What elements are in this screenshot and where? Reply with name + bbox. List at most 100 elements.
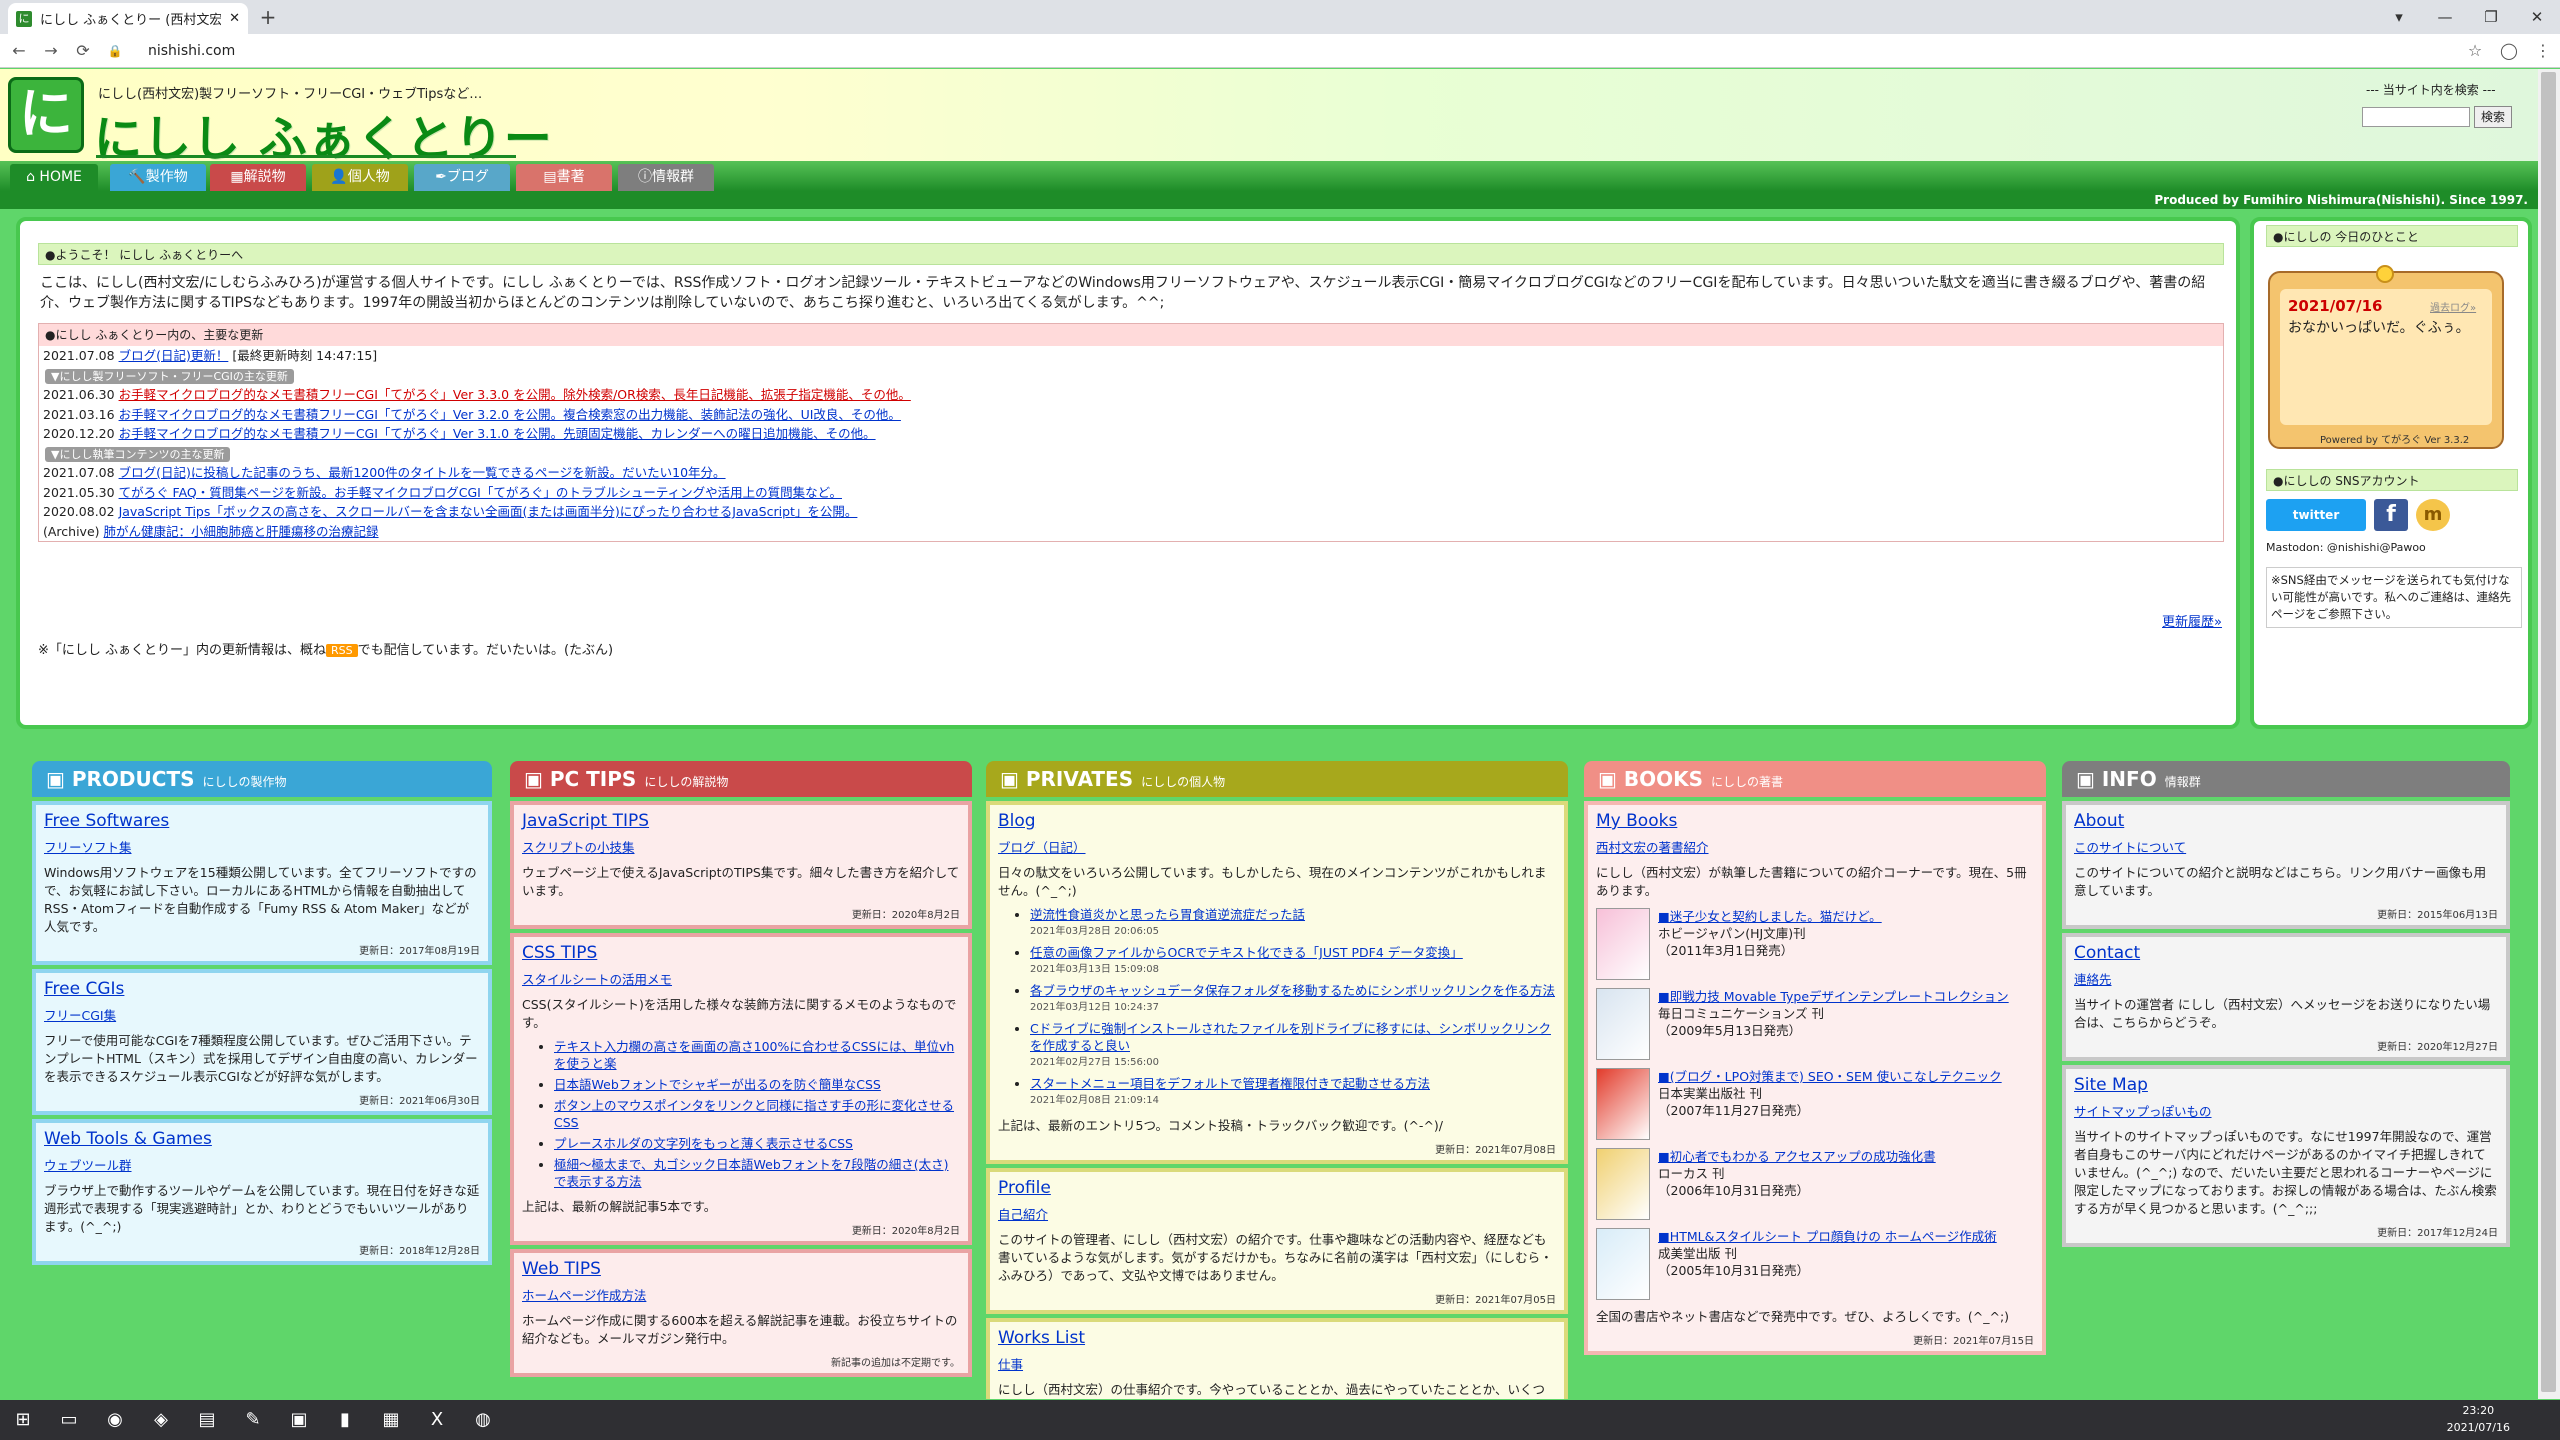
new-tab-button[interactable]: + xyxy=(256,6,280,30)
taskbar-app-icon[interactable]: ▤ xyxy=(184,1400,230,1440)
card-title-link[interactable]: Blog xyxy=(998,811,1556,831)
book-title-link[interactable]: ■HTML&スタイルシート プロ顔負けの ホームページ作成術 xyxy=(1658,1228,1997,1245)
article-link[interactable]: プレースホルダの文字列をもっと薄く表示させるCSS xyxy=(554,1136,853,1151)
card-subtitle-link[interactable]: 自己紹介 xyxy=(998,1204,1556,1223)
taskbar-app-icon[interactable]: ▦ xyxy=(368,1400,414,1440)
taskbar-app-icon[interactable]: ◉ xyxy=(92,1400,138,1440)
blog-update-link[interactable]: ブログ(日記)更新！ xyxy=(119,348,229,363)
taskbar-app-icon[interactable]: ▭ xyxy=(46,1400,92,1440)
url-field[interactable]: nishishi.com xyxy=(148,43,2458,59)
lock-icon[interactable]: 🔒 xyxy=(102,44,128,58)
nav-products[interactable]: 🔨製作物 xyxy=(110,164,206,191)
card-subtitle-link[interactable]: ホームページ作成方法 xyxy=(522,1285,960,1304)
article-link[interactable]: 極細〜極太まで、丸ゴシック日本語Webフォントを7段階の細さ(太さ)で表示する方… xyxy=(554,1157,948,1189)
card-title-link[interactable]: My Books xyxy=(1596,811,2034,831)
card-title-link[interactable]: Web TIPS xyxy=(522,1259,960,1279)
article-link[interactable]: テキスト入力欄の高さを画面の高さ100%に合わせるCSSには、単位vhを使うと楽 xyxy=(554,1039,954,1071)
mastodon-account[interactable]: Mastodon: @nishishi@Pawoo xyxy=(2266,541,2426,554)
twitter-follow-button[interactable]: twitter xyxy=(2266,499,2366,531)
reload-icon[interactable]: ⟳ xyxy=(70,41,96,60)
site-title[interactable]: にしし ふぁくとりー xyxy=(94,99,553,169)
book-cover[interactable] xyxy=(1596,988,1650,1060)
column-header[interactable]: ▣ PRIVATES にししの個人物 xyxy=(986,761,1568,797)
rss-icon[interactable]: RSS xyxy=(326,644,358,657)
card-subtitle-link[interactable]: 連絡先 xyxy=(2074,969,2498,988)
card-subtitle-link[interactable]: 西村文宏の著書紹介 xyxy=(1596,837,2034,856)
past-log-link[interactable]: 過去ログ» xyxy=(2430,299,2476,314)
book-title-link[interactable]: ■迷子少女と契約しました。猫だけど。 xyxy=(1658,908,1882,925)
update-link[interactable]: お手軽マイクロブログ的なメモ書積フリーCGI「てがろぐ」Ver 3.2.0 を公… xyxy=(119,407,901,422)
blog-entry-link[interactable]: Cドライブに強制インストールされたファイルを別ドライブに移すには、シンボリックリ… xyxy=(1030,1021,1551,1053)
nav-home[interactable]: ⌂ HOME xyxy=(10,164,98,191)
tab-search-icon[interactable]: ▾ xyxy=(2376,8,2422,26)
book-title-link[interactable]: ■初心者でもわかる アクセスアップの成功強化書 xyxy=(1658,1148,1936,1165)
card-title-link[interactable]: Free CGIs xyxy=(44,979,480,999)
search-button[interactable]: 検索 xyxy=(2474,106,2512,128)
forward-icon[interactable]: → xyxy=(38,41,64,60)
article-link[interactable]: ボタン上のマウスポインタをリンクと同様に指さす手の形に変化させるCSS xyxy=(554,1098,954,1130)
mastodon-icon[interactable]: m xyxy=(2416,499,2450,531)
card-subtitle-link[interactable]: ブログ（日記） xyxy=(998,837,1556,856)
card-title-link[interactable]: Profile xyxy=(998,1178,1556,1198)
book-cover[interactable] xyxy=(1596,1068,1650,1140)
memo-date[interactable]: 2021/07/16 xyxy=(2288,297,2382,315)
system-clock[interactable]: 23:20 2021/07/16 xyxy=(2447,1402,2510,1436)
blog-entry-link[interactable]: 各ブラウザのキャッシュデータ保存フォルダを移動するためにシンボリックリンクを作る… xyxy=(1030,983,1555,998)
article-link[interactable]: 日本語Webフォントでシャギーが出るのを防ぐ簡単なCSS xyxy=(554,1077,881,1092)
column-header[interactable]: ▣ PRODUCTS にししの製作物 xyxy=(32,761,492,797)
nav-pctips[interactable]: ▦解説物 xyxy=(210,164,306,191)
scrollbar-thumb[interactable] xyxy=(2541,72,2556,1392)
card-subtitle-link[interactable]: ウェブツール群 xyxy=(44,1155,480,1174)
nav-blog[interactable]: ✒ブログ xyxy=(414,164,510,191)
book-title-link[interactable]: ■即戦力技 Movable Typeデザインテンプレートコレクション xyxy=(1658,988,2009,1005)
book-cover[interactable] xyxy=(1596,908,1650,980)
taskbar-app-icon[interactable]: ◍ xyxy=(460,1400,506,1440)
card-title-link[interactable]: About xyxy=(2074,811,2498,831)
taskbar-app-icon[interactable]: ⊞ xyxy=(0,1400,46,1440)
update-link[interactable]: お手軽マイクロブログ的なメモ書積フリーCGI「てがろぐ」Ver 3.1.0 を公… xyxy=(119,426,876,441)
card-subtitle-link[interactable]: スクリプトの小技集 xyxy=(522,837,960,856)
blog-entry-link[interactable]: 逆流性食道炎かと思ったら胃食道逆流症だった話 xyxy=(1030,907,1305,922)
taskbar-app-icon[interactable]: ✎ xyxy=(230,1400,276,1440)
book-cover[interactable] xyxy=(1596,1228,1650,1300)
menu-icon[interactable]: ⋮ xyxy=(2526,41,2560,60)
profile-icon[interactable]: ◯ xyxy=(2492,41,2526,60)
column-header[interactable]: ▣ PC TIPS にししの解説物 xyxy=(510,761,972,797)
card-subtitle-link[interactable]: フリーCGI集 xyxy=(44,1005,480,1024)
tab-close-icon[interactable]: ✕ xyxy=(229,11,240,26)
card-title-link[interactable]: Works List xyxy=(998,1328,1556,1348)
update-link[interactable]: JavaScript Tips「ボックスの高さを、スクロールバーを含まない全画面… xyxy=(119,504,858,519)
taskbar-app-icon[interactable]: ▣ xyxy=(276,1400,322,1440)
book-cover[interactable] xyxy=(1596,1148,1650,1220)
card-subtitle-link[interactable]: 仕事 xyxy=(998,1354,1556,1373)
card-subtitle-link[interactable]: このサイトについて xyxy=(2074,837,2498,856)
column-header[interactable]: ▣ BOOKS にししの著書 xyxy=(1584,761,2046,797)
blog-entry-link[interactable]: スタートメニュー項目をデフォルトで管理者権限付きで起動させる方法 xyxy=(1030,1076,1430,1091)
bookmark-star-icon[interactable]: ☆ xyxy=(2458,41,2492,60)
card-title-link[interactable]: Free Softwares xyxy=(44,811,480,831)
update-history-link[interactable]: 更新履歴» xyxy=(2162,611,2222,630)
update-link[interactable]: お手軽マイクロブログ的なメモ書積フリーCGI「てがろぐ」Ver 3.3.0 を公… xyxy=(119,387,911,402)
card-title-link[interactable]: JavaScript TIPS xyxy=(522,811,960,831)
facebook-icon[interactable]: f xyxy=(2374,499,2408,531)
update-link[interactable]: 肺がん健康記：小細胞肺癌と肝腫瘍移の治療記録 xyxy=(104,524,379,539)
taskbar-app-icon[interactable]: ▮ xyxy=(322,1400,368,1440)
site-logo[interactable]: に xyxy=(8,77,84,153)
blog-entry-link[interactable]: 任意の画像ファイルからOCRでテキスト化できる「JUST PDF4 データ変換」 xyxy=(1030,945,1463,960)
minimize-button[interactable]: — xyxy=(2422,8,2468,26)
update-link[interactable]: ブログ(日記)に投稿した記事のうち、最新1200件のタイトルを一覧できるページを… xyxy=(119,465,726,480)
nav-info[interactable]: ⓘ情報群 xyxy=(618,164,714,191)
browser-tab[interactable]: に にしし ふぁくとりー (西村文宏個人サイ… ✕ xyxy=(8,3,248,34)
taskbar-app-icon[interactable]: X xyxy=(414,1400,460,1440)
card-subtitle-link[interactable]: フリーソフト集 xyxy=(44,837,480,856)
card-title-link[interactable]: CSS TIPS xyxy=(522,943,960,963)
card-subtitle-link[interactable]: サイトマップっぽいもの xyxy=(2074,1101,2498,1120)
maximize-button[interactable]: ❐ xyxy=(2468,8,2514,26)
column-header[interactable]: ▣ INFO 情報群 xyxy=(2062,761,2510,797)
card-subtitle-link[interactable]: スタイルシートの活用メモ xyxy=(522,969,960,988)
taskbar-app-icon[interactable]: ◈ xyxy=(138,1400,184,1440)
card-title-link[interactable]: Contact xyxy=(2074,943,2498,963)
nav-privates[interactable]: 👤個人物 xyxy=(312,164,408,191)
card-title-link[interactable]: Site Map xyxy=(2074,1075,2498,1095)
card-title-link[interactable]: Web Tools & Games xyxy=(44,1129,480,1149)
